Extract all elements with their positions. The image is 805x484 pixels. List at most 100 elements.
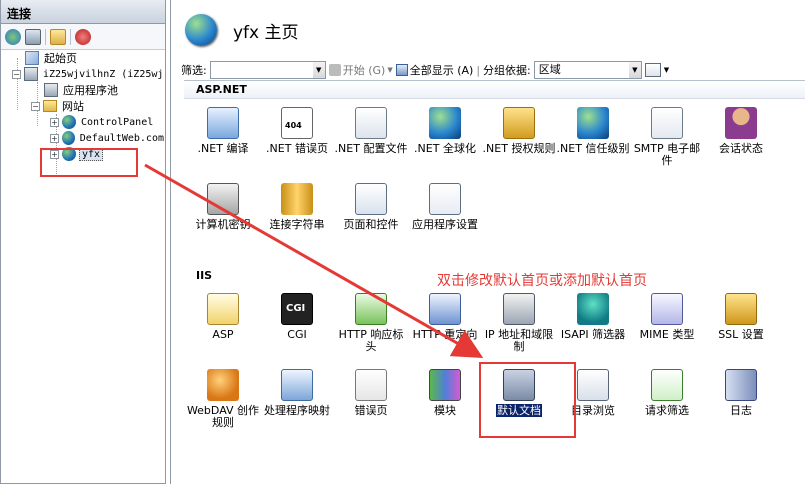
highlight-box-default-document	[479, 362, 576, 438]
lock-icon	[503, 107, 535, 139]
globe-icon	[429, 107, 461, 139]
feature-item[interactable]: ISAPI 筛选器	[556, 293, 630, 341]
view-mode-icon[interactable]	[644, 63, 661, 77]
app-pool-icon	[44, 83, 58, 97]
filter-bar: 筛选: ▼ 开始 (G) ▼ 全部显示 (A) | 分组依据: 区域 ▼ ▼	[181, 60, 805, 80]
chevron-down-icon[interactable]: ▼	[312, 62, 325, 78]
collapse-icon[interactable]: −	[12, 69, 21, 79]
tree-item-start-page[interactable]: 起始页	[25, 50, 79, 66]
feature-label: IP 地址和域限制	[484, 328, 554, 353]
group-header-aspnet: ASP.NET	[184, 81, 805, 99]
connections-tree: 起始页 − iZ25wjvilhnZ (iZ25wj 应用程序池 − 网站 + …	[1, 50, 165, 174]
feature-item[interactable]: IP 地址和域限制	[482, 293, 556, 353]
feature-item[interactable]: 连接字符串	[260, 183, 334, 231]
feature-item[interactable]: .NET 信任级别	[556, 107, 630, 155]
page-icon	[355, 183, 387, 215]
feature-item[interactable]: MIME 类型	[630, 293, 704, 341]
page-title: yfx 主页	[233, 22, 299, 43]
log-icon	[725, 369, 757, 401]
padlock-icon	[725, 293, 757, 325]
tree-item-sites[interactable]: − 网站	[31, 98, 86, 114]
collapse-icon[interactable]: −	[31, 101, 40, 111]
list-icon	[429, 183, 461, 215]
save-icon[interactable]	[25, 28, 41, 45]
feature-item[interactable]: 日志	[704, 369, 778, 417]
user-icon	[725, 107, 757, 139]
asp-icon	[207, 293, 239, 325]
feature-label: .NET 错误页	[266, 142, 328, 155]
tree-item-site-default[interactable]: + DefaultWeb.com	[50, 130, 166, 146]
feature-item[interactable]: WebDAV 创作规则	[186, 369, 260, 429]
toolbar-separator: |	[476, 63, 481, 77]
feature-item[interactable]: 处理程序映射	[260, 369, 334, 417]
feature-label: .NET 编译	[197, 142, 249, 155]
ip-restrict-icon	[503, 293, 535, 325]
server-icon	[24, 67, 38, 81]
feature-label: 连接字符串	[269, 218, 325, 231]
feature-item[interactable]: 计算机密钥	[186, 183, 260, 231]
handler-map-icon	[281, 369, 313, 401]
feature-item[interactable]: .NET 编译	[186, 107, 260, 155]
feature-label: 模块	[434, 404, 456, 417]
cgi-icon	[281, 293, 313, 325]
group-by-select[interactable]: 区域 ▼	[533, 61, 642, 79]
disconnect-icon[interactable]	[75, 28, 91, 45]
up-folder-icon[interactable]	[50, 28, 66, 45]
feature-item[interactable]: 会话状态	[704, 107, 778, 155]
feature-item[interactable]: .NET 授权规则	[482, 107, 556, 155]
redirect-icon	[429, 293, 461, 325]
feature-label: 应用程序设置	[412, 218, 478, 231]
page-header: yfx 主页	[171, 0, 805, 60]
show-all-button[interactable]: 全部显示 (A)	[395, 62, 473, 78]
feature-item[interactable]: 应用程序设置	[408, 183, 482, 231]
feature-label: SSL 设置	[718, 328, 764, 341]
feature-item[interactable]: .NET 错误页	[260, 107, 334, 155]
request-filter-icon	[651, 369, 683, 401]
feature-item[interactable]: CGI	[260, 293, 334, 341]
feature-label: .NET 全球化	[414, 142, 476, 155]
globe-icon	[62, 115, 76, 129]
webdav-icon	[207, 369, 239, 401]
tree-item-site-controlpanel[interactable]: + ControlPanel	[50, 114, 155, 130]
feature-label: SMTP 电子邮件	[633, 142, 701, 167]
site-globe-icon	[185, 14, 217, 46]
feature-item[interactable]: HTTP 重定向	[408, 293, 482, 341]
feature-item[interactable]: SMTP 电子邮件	[630, 107, 704, 167]
start-page-icon	[25, 51, 39, 65]
mime-icon	[651, 293, 683, 325]
feature-item[interactable]: .NET 配置文件	[334, 107, 408, 155]
chevron-down-icon: ▼	[387, 66, 393, 74]
globe-check-icon	[577, 107, 609, 139]
connections-panel: 连接 起始页 − iZ25wjvilhnZ (iZ25wj 应用程序池 − 网站	[0, 0, 166, 484]
feature-item[interactable]: 页面和控件	[334, 183, 408, 231]
feature-item[interactable]: HTTP 响应标头	[334, 293, 408, 353]
chevron-down-icon[interactable]: ▼	[664, 66, 669, 74]
start-icon	[328, 64, 341, 76]
error-page-icon	[281, 107, 313, 139]
feature-label: .NET 授权规则	[482, 142, 556, 155]
feature-item[interactable]: 模块	[408, 369, 482, 417]
show-all-icon	[395, 64, 408, 76]
expand-icon[interactable]: +	[50, 133, 59, 143]
mail-icon	[651, 107, 683, 139]
feature-item[interactable]: .NET 全球化	[408, 107, 482, 155]
filter-label: 筛选:	[181, 64, 207, 77]
feature-label: ASP	[212, 328, 234, 341]
feature-item[interactable]: ASP	[186, 293, 260, 341]
feature-item[interactable]: SSL 设置	[704, 293, 778, 341]
feature-label: HTTP 响应标头	[338, 328, 404, 353]
feature-item[interactable]: 错误页	[334, 369, 408, 417]
tree-item-server[interactable]: − iZ25wjvilhnZ (iZ25wj	[12, 66, 165, 82]
key-icon	[207, 183, 239, 215]
filter-input[interactable]: ▼	[209, 61, 326, 79]
start-button[interactable]: 开始 (G) ▼	[328, 62, 393, 78]
database-icon	[281, 183, 313, 215]
feature-item[interactable]: 请求筛选	[630, 369, 704, 417]
tree-item-app-pools[interactable]: 应用程序池	[44, 82, 120, 98]
chevron-down-icon[interactable]: ▼	[628, 62, 641, 78]
feature-label: 页面和控件	[343, 218, 399, 231]
expand-icon[interactable]: +	[50, 117, 59, 127]
feature-label: .NET 配置文件	[334, 142, 408, 155]
group-by-label: 分组依据:	[483, 64, 531, 77]
connect-icon[interactable]	[5, 28, 21, 45]
